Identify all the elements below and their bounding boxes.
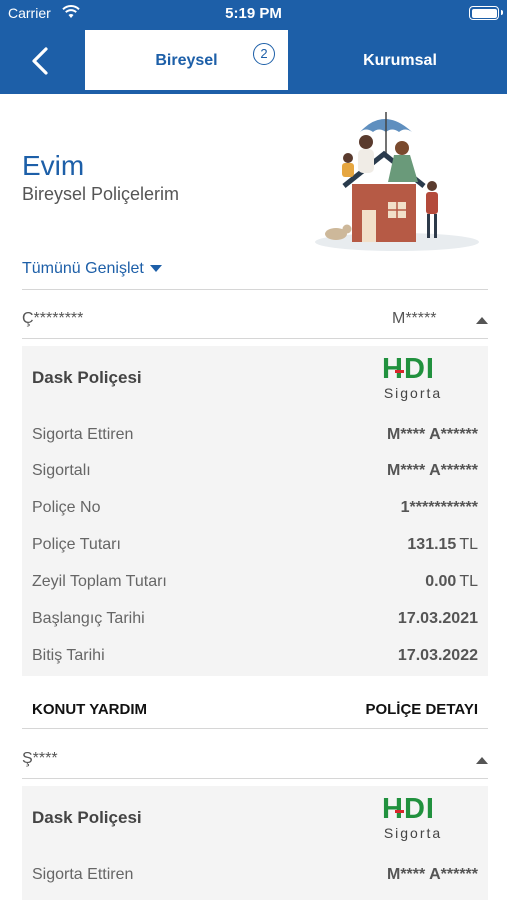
policy-row-baslangic: Başlangıç Tarihi 17.03.2021 xyxy=(32,610,478,634)
row-value-text: 1*********** xyxy=(400,499,478,516)
policy-row-sigorta-ettiren: Sigorta Ettiren M**** A****** xyxy=(32,866,478,890)
hdi-logo: HDI Sigorta xyxy=(380,353,450,401)
row-label: Zeyil Toplam Tutarı xyxy=(32,573,167,590)
policy-row-sigorta-ettiren: Sigorta Ettiren M**** A****** xyxy=(32,426,478,450)
policy-row-police-no: Poliçe No 1*********** xyxy=(32,499,478,523)
police-detayi-button[interactable]: POLİÇE DETAYI xyxy=(365,701,478,718)
status-bar: Carrier 5:19 PM xyxy=(0,0,507,28)
divider xyxy=(22,289,488,290)
policy-row-bitis: Bitiş Tarihi 17.03.2022 xyxy=(32,647,478,671)
divider xyxy=(22,728,488,729)
row-value-text: M**** A****** xyxy=(387,462,478,479)
divider xyxy=(22,338,488,339)
row-label: Sigorta Ettiren xyxy=(32,866,134,883)
back-chevron-icon xyxy=(32,47,48,75)
page-subtitle: Bireysel Poliçelerim xyxy=(22,184,180,204)
row-value: M**** A****** xyxy=(387,866,478,884)
tab-bireysel-badge: 2 xyxy=(253,43,275,65)
row-value: M**** A****** xyxy=(387,426,478,444)
row-unit: TL xyxy=(459,573,478,590)
caret-up-icon xyxy=(476,757,488,764)
policy-group-header[interactable]: Ş**** xyxy=(22,746,488,776)
tab-kurumsal[interactable]: Kurumsal xyxy=(300,30,500,90)
row-label: Bitiş Tarihi xyxy=(32,647,105,664)
hdi-logo-sub: Sigorta xyxy=(383,825,443,841)
family-umbrella-house-illustration xyxy=(315,112,479,251)
hdi-logo-accent xyxy=(395,370,404,373)
tab-kurumsal-label: Kurumsal xyxy=(363,52,437,69)
policy-card-actions: KONUT YARDIM POLİÇE DETAYI xyxy=(32,699,478,725)
row-value: 131.15 TL xyxy=(407,536,478,554)
group-insured: M***** xyxy=(392,310,437,327)
hdi-logo-mark: HDI xyxy=(382,353,435,385)
caret-up-icon xyxy=(476,317,488,324)
hdi-logo-accent xyxy=(395,810,404,813)
divider xyxy=(22,778,488,779)
caret-down-icon xyxy=(149,265,162,273)
battery-icon xyxy=(469,6,503,20)
row-label: Başlangıç Tarihi xyxy=(32,610,145,627)
row-value: 17.03.2022 xyxy=(398,647,478,665)
group-owner: Ş**** xyxy=(22,750,58,767)
row-label: Poliçe No xyxy=(32,499,101,516)
row-value: M**** A****** xyxy=(387,462,478,480)
policy-type: Dask Poliçesi xyxy=(32,368,142,387)
expand-all-label: Tümünü Genişlet xyxy=(22,260,144,277)
policy-card[interactable]: Dask Poliçesi HDI Sigorta Sigorta Ettire… xyxy=(22,786,488,900)
row-value-text: 0.00 xyxy=(425,573,457,590)
policy-row-zeyil-toplam: Zeyil Toplam Tutarı 0.00 TL xyxy=(32,573,478,597)
policy-group-header[interactable]: Ç******** M***** xyxy=(22,306,488,336)
row-value-text: M**** A****** xyxy=(387,426,478,443)
policy-type: Dask Poliçesi xyxy=(32,808,142,827)
hdi-logo: HDI Sigorta xyxy=(380,793,450,841)
row-value: 0.00 TL xyxy=(425,573,478,591)
row-unit: TL xyxy=(459,536,478,553)
konut-yardim-button[interactable]: KONUT YARDIM xyxy=(32,701,147,718)
policy-row-police-tutari: Poliçe Tutarı 131.15 TL xyxy=(32,536,478,560)
row-value-text: 17.03.2022 xyxy=(397,647,478,664)
row-value: 1*********** xyxy=(401,499,478,517)
group-owner: Ç******** xyxy=(22,310,84,327)
tab-bireysel[interactable]: Bireysel 2 xyxy=(85,30,288,90)
row-value: 17.03.2021 xyxy=(398,610,478,628)
back-button[interactable] xyxy=(22,42,62,82)
hdi-logo-sub: Sigorta xyxy=(383,385,443,401)
clock: 5:19 PM xyxy=(225,5,282,22)
row-value-text: M**** A****** xyxy=(387,866,478,883)
policy-card[interactable]: Dask Poliçesi HDI Sigorta Sigorta Ettire… xyxy=(22,346,488,676)
policy-row-sigortali: Sigortalı M**** A****** xyxy=(32,462,478,486)
row-label: Sigortalı xyxy=(32,462,91,479)
expand-all-button[interactable]: Tümünü Genişlet xyxy=(22,260,162,278)
row-value-text: 131.15 xyxy=(407,536,457,553)
row-label: Sigorta Ettiren xyxy=(32,426,134,443)
hdi-logo-mark: HDI xyxy=(382,793,435,825)
page-title: Evim xyxy=(22,150,85,181)
row-label: Poliçe Tutarı xyxy=(32,536,121,553)
row-value-text: 17.03.2021 xyxy=(397,610,478,627)
